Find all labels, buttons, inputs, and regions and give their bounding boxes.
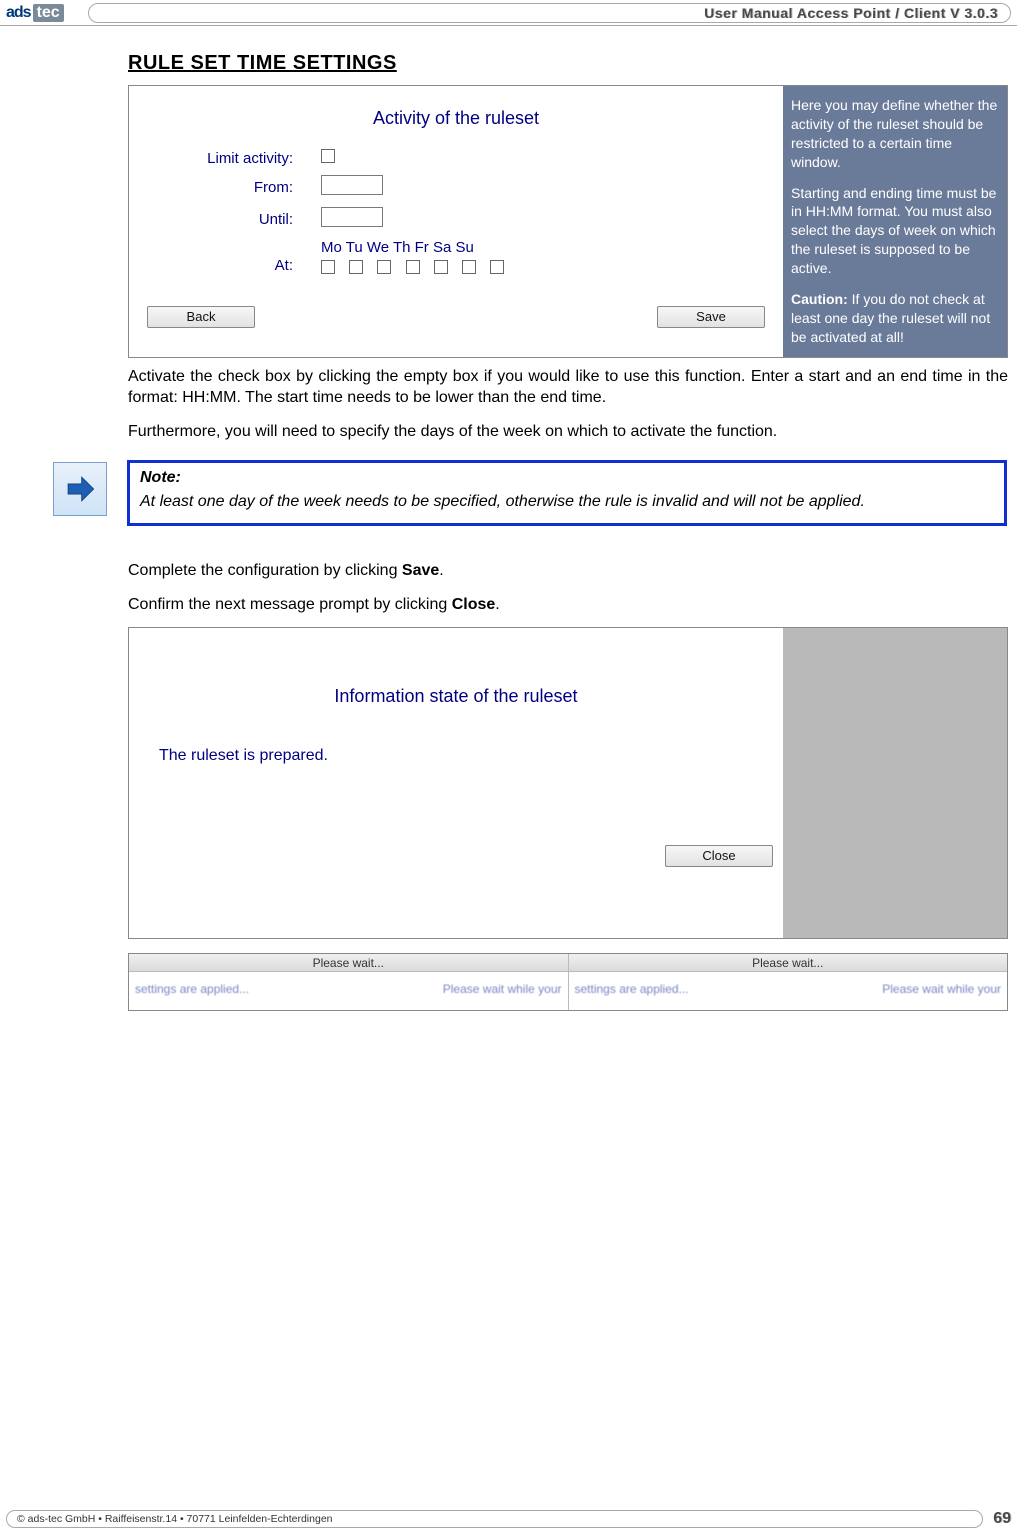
screenshot-please-wait-pair: Please wait... settings are applied... P… [128,953,1008,1011]
body-paragraph: Confirm the next message prompt by click… [128,594,1008,616]
text-fragment: Complete the configuration by clicking [128,562,402,579]
weekday-checkbox-row [321,260,771,278]
checkbox-day-we[interactable] [377,260,391,274]
help-paragraph: Starting and ending time must be in HH:M… [791,184,999,278]
help-sidebar-empty [783,628,1007,938]
checkbox-day-tu[interactable] [349,260,363,274]
label-at: At: [141,239,321,274]
caution-label: Caution: [791,291,848,307]
status-text-prepared: The ruleset is prepared. [159,747,783,765]
logo-text-left: ads [6,4,31,22]
checkbox-day-su[interactable] [490,260,504,274]
please-wait-dialog: Please wait... settings are applied... P… [568,954,1008,1010]
page-footer: © ads-tec GmbH • Raiffeisenstr.14 • 7077… [0,1508,1017,1530]
label-from: From: [141,179,321,196]
text-fragment: Confirm the next message prompt by click… [128,596,452,613]
wait-text-left: settings are applied... [129,972,348,1006]
panel-title: Activity of the ruleset [141,108,771,129]
arrow-right-icon [53,462,107,516]
text-fragment: . [439,562,443,579]
wait-text-right: Please wait while your [348,972,567,1006]
footer-bar: © ads-tec GmbH • Raiffeisenstr.14 • 7077… [6,1510,983,1528]
footer-copyright: © ads-tec GmbH • Raiffeisenstr.14 • 7077… [17,1510,333,1528]
note-box: Note: At least one day of the week needs… [127,460,1007,526]
panel-title: Information state of the ruleset [129,686,783,707]
weekday-header: Mo Tu We Th Fr Sa Su [321,239,771,256]
page-title-bar: User Manual Access Point / Client V 3.0.… [88,3,1011,23]
close-button[interactable]: Close [665,845,773,867]
page-number: 69 [993,1510,1011,1528]
help-sidebar: Here you may define whether the activity… [783,86,1007,357]
save-button[interactable]: Save [657,306,765,328]
dialog-title: Please wait... [129,954,568,972]
back-button[interactable]: Back [147,306,255,328]
section-heading: RULE SET TIME SETTINGS [128,52,997,75]
body-paragraph: Complete the configuration by clicking S… [128,560,1008,582]
page-header: ads tec User Manual Access Point / Clien… [0,0,1017,26]
checkbox-day-mo[interactable] [321,260,335,274]
dialog-title: Please wait... [569,954,1008,972]
checkbox-day-th[interactable] [406,260,420,274]
input-from-time[interactable] [321,175,383,195]
screenshot-information-state: Information state of the ruleset The rul… [128,627,1008,939]
please-wait-dialog: Please wait... settings are applied... P… [129,954,568,1010]
screenshot-activity-ruleset: Activity of the ruleset Limit activity: … [128,85,1008,358]
bold-save: Save [402,562,439,579]
brand-logo: ads tec [6,2,82,24]
label-until: Until: [141,211,321,228]
checkbox-limit-activity[interactable] [321,149,335,163]
note-body: At least one day of the week needs to be… [140,491,994,513]
wait-text-left: settings are applied... [569,972,788,1006]
wait-text-right: Please wait while your [788,972,1007,1006]
checkbox-day-fr[interactable] [434,260,448,274]
label-limit-activity: Limit activity: [141,150,321,167]
checkbox-day-sa[interactable] [462,260,476,274]
help-paragraph: Here you may define whether the activity… [791,96,999,172]
body-paragraph: Activate the check box by clicking the e… [128,366,1008,409]
note-heading: Note: [140,469,994,487]
text-fragment: . [495,596,499,613]
logo-text-right: tec [33,4,64,22]
page-title: User Manual Access Point / Client V 3.0.… [704,4,998,22]
bold-close: Close [452,596,496,613]
input-until-time[interactable] [321,207,383,227]
body-paragraph: Furthermore, you will need to specify th… [128,421,1008,443]
help-caution: Caution: If you do not check at least on… [791,290,999,347]
